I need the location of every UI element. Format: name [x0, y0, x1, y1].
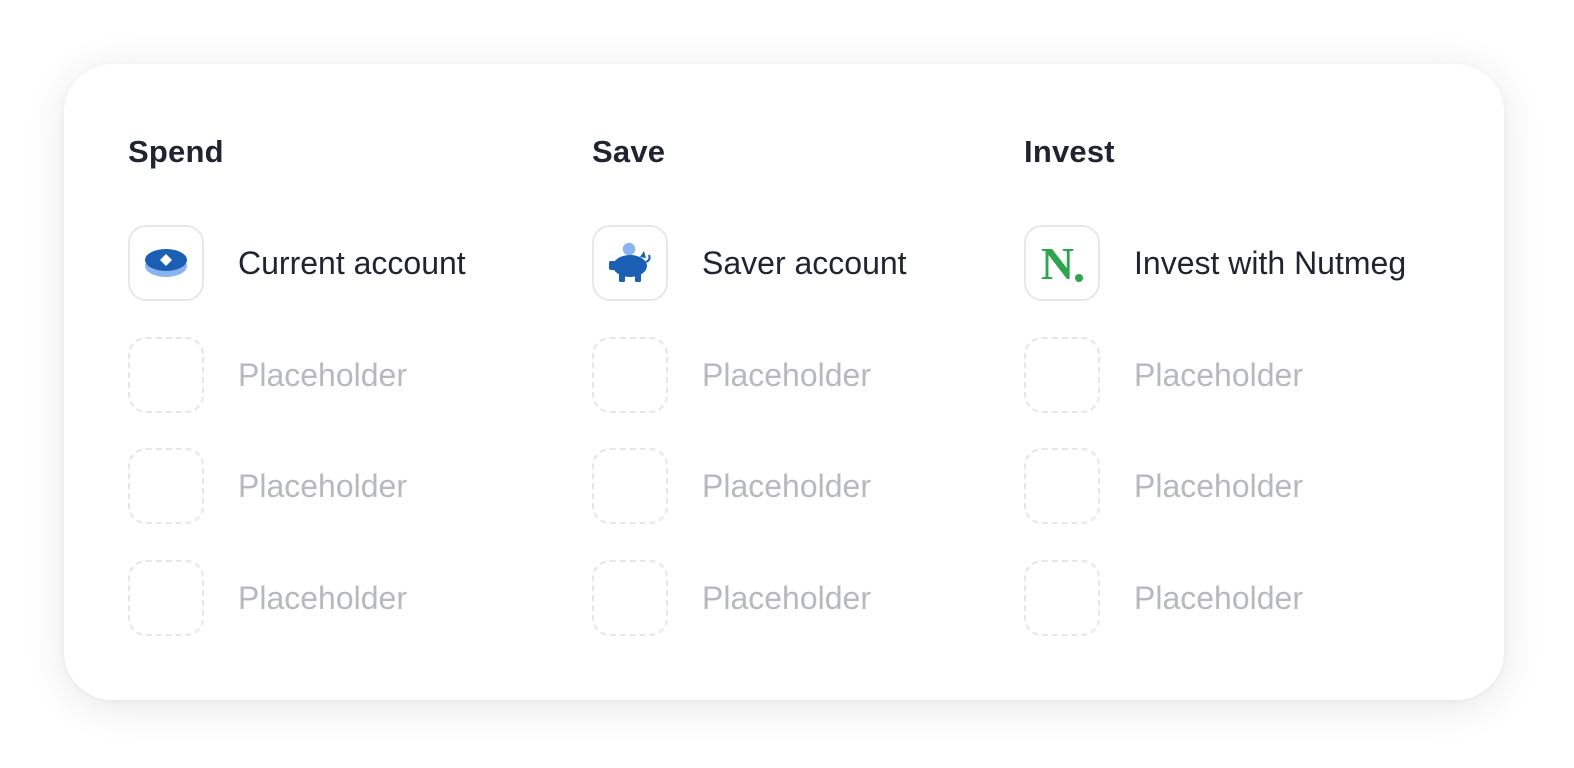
placeholder-item: Placeholder: [592, 446, 871, 526]
placeholder-label: Placeholder: [238, 356, 407, 393]
placeholder-item: Placeholder: [128, 558, 407, 638]
placeholder-item: Placeholder: [592, 335, 871, 415]
placeholder-item: Placeholder: [1024, 335, 1303, 415]
placeholder-label: Placeholder: [702, 579, 871, 616]
product-label: Invest with Nutmeg: [1134, 244, 1407, 281]
placeholder-icon: [592, 448, 668, 524]
placeholder-item: Placeholder: [1024, 558, 1303, 638]
coin-stack-icon: [128, 225, 204, 301]
placeholder-label: Placeholder: [702, 467, 871, 504]
placeholder-label: Placeholder: [238, 579, 407, 616]
column-title-spend: Spend: [128, 134, 224, 169]
placeholder-icon: [592, 337, 668, 413]
column-title-save: Save: [592, 134, 666, 169]
placeholder-item: Placeholder: [1024, 446, 1303, 526]
placeholder-label: Placeholder: [702, 356, 871, 393]
placeholder-icon: [1024, 560, 1100, 636]
placeholder-label: Placeholder: [1134, 467, 1303, 504]
product-invest-with-nutmeg[interactable]: N Invest with Nutmeg: [1024, 223, 1406, 303]
column-title-invest: Invest: [1024, 134, 1115, 169]
placeholder-icon: [592, 560, 668, 636]
placeholder-icon: [128, 448, 204, 524]
product-saver-account[interactable]: Saver account: [592, 223, 907, 303]
placeholder-item: Placeholder: [128, 446, 407, 526]
placeholder-item: Placeholder: [592, 558, 871, 638]
products-card: Spend Current account Placeholder Placeh…: [64, 64, 1504, 700]
placeholder-item: Placeholder: [128, 335, 407, 415]
placeholder-label: Placeholder: [1134, 356, 1303, 393]
product-label: Current account: [238, 244, 466, 281]
product-label: Saver account: [702, 244, 907, 281]
nutmeg-logo-icon: N: [1024, 225, 1100, 301]
product-current-account[interactable]: Current account: [128, 223, 466, 303]
placeholder-icon: [1024, 448, 1100, 524]
placeholder-icon: [128, 560, 204, 636]
placeholder-icon: [1024, 337, 1100, 413]
nutmeg-logo-dot: [1075, 274, 1084, 282]
placeholder-icon: [128, 337, 204, 413]
placeholder-label: Placeholder: [1134, 579, 1303, 616]
nutmeg-logo-letter: N: [1040, 238, 1075, 289]
piggy-bank-icon: [592, 225, 668, 301]
placeholder-label: Placeholder: [238, 467, 407, 504]
